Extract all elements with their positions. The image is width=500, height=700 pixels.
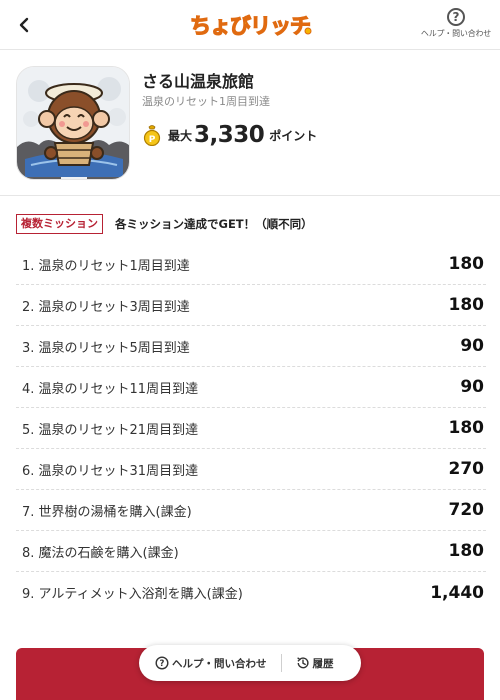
mission-points: 180 bbox=[448, 254, 485, 274]
mission-points: 720 bbox=[448, 500, 485, 520]
question-circle-icon: ? bbox=[447, 8, 465, 26]
mission-row: 8. 魔法の石鹸を購入(課金) 180 bbox=[16, 531, 486, 572]
history-button[interactable]: 履歴 bbox=[282, 645, 334, 681]
mission-label: 3. 温泉のリセット5周目到達 bbox=[22, 340, 190, 356]
mission-label: 6. 温泉のリセット31周目到達 bbox=[22, 463, 199, 479]
mission-row: 5. 温泉のリセット21周目到達 180 bbox=[16, 408, 486, 449]
question-circle-icon: ? bbox=[155, 656, 169, 670]
floating-help-button[interactable]: ? ヘルプ・問い合わせ bbox=[139, 645, 281, 681]
mission-points: 180 bbox=[448, 295, 485, 315]
floating-action-bar: ? ヘルプ・問い合わせ 履歴 bbox=[139, 645, 361, 681]
max-points-value: 3,330 bbox=[194, 122, 265, 148]
mission-header: 複数ミッション 各ミッション達成でGET！（順不同） bbox=[16, 212, 486, 236]
mission-row: 7. 世界樹の湯桶を購入(課金) 720 bbox=[16, 490, 486, 531]
max-label: 最大 bbox=[168, 128, 193, 143]
app-icon-image bbox=[16, 66, 130, 180]
mission-list: 1. 温泉のリセット1周目到達 180 2. 温泉のリセット3周目到達 180 … bbox=[16, 244, 486, 613]
mission-label: 7. 世界樹の湯桶を購入(課金) bbox=[22, 504, 192, 520]
points-unit: ポイント bbox=[269, 128, 318, 143]
app-subtitle: 温泉のリセット1周目到達 bbox=[142, 95, 270, 108]
header-help-button[interactable]: ? ヘルプ・問い合わせ bbox=[420, 8, 492, 44]
logo-text: ちょびリッチ bbox=[190, 14, 310, 38]
mission-label: 5. 温泉のリセット21周目到達 bbox=[22, 422, 199, 438]
mission-label: 4. 温泉のリセット11周目到達 bbox=[22, 381, 199, 397]
header-help-label: ヘルプ・問い合わせ bbox=[420, 29, 492, 38]
history-clock-icon bbox=[296, 657, 309, 669]
app-summary: さる山温泉旅館 温泉のリセット1周目到達 P 最大 3,330 ポイント bbox=[0, 50, 500, 196]
svg-text:P: P bbox=[149, 135, 156, 145]
mission-label: 1. 温泉のリセット1周目到達 bbox=[22, 258, 190, 274]
mission-row: 9. アルティメット入浴剤を購入(課金) 1,440 bbox=[16, 572, 486, 613]
mission-label: 2. 温泉のリセット3周目到達 bbox=[22, 299, 190, 315]
chevron-left-icon bbox=[19, 17, 29, 33]
mission-points: 180 bbox=[448, 541, 485, 561]
mission-points: 270 bbox=[448, 459, 485, 479]
mission-points: 180 bbox=[448, 418, 485, 438]
mission-points: 1,440 bbox=[430, 582, 484, 603]
max-points: P 最大 3,330 ポイント bbox=[142, 120, 317, 150]
top-header: ちょびリッチ ? ヘルプ・問い合わせ bbox=[0, 0, 500, 50]
mission-row: 4. 温泉のリセット11周目到達 90 bbox=[16, 367, 486, 408]
back-button[interactable] bbox=[12, 12, 36, 38]
multi-mission-badge: 複数ミッション bbox=[16, 214, 103, 234]
mission-row: 1. 温泉のリセット1周目到達 180 bbox=[16, 244, 486, 285]
mission-row: 6. 温泉のリセット31周目到達 270 bbox=[16, 449, 486, 490]
coin-icon: P bbox=[143, 125, 161, 146]
mission-label: 8. 魔法の石鹸を購入(課金) bbox=[22, 545, 179, 561]
floating-help-label: ヘルプ・問い合わせ bbox=[172, 657, 267, 670]
svg-text:?: ? bbox=[160, 659, 165, 669]
mission-points: 90 bbox=[460, 336, 484, 356]
mission-row: 2. 温泉のリセット3周目到達 180 bbox=[16, 285, 486, 326]
mission-row: 3. 温泉のリセット5周目到達 90 bbox=[16, 326, 486, 367]
chobirich-logo[interactable]: ちょびリッチ bbox=[186, 8, 314, 40]
app-title: さる山温泉旅館 bbox=[142, 72, 255, 91]
mission-note: 各ミッション達成でGET！（順不同） bbox=[115, 217, 313, 231]
history-label: 履歴 bbox=[312, 657, 334, 670]
mission-points: 90 bbox=[460, 377, 484, 397]
mission-label: 9. アルティメット入浴剤を購入(課金) bbox=[22, 587, 243, 602]
